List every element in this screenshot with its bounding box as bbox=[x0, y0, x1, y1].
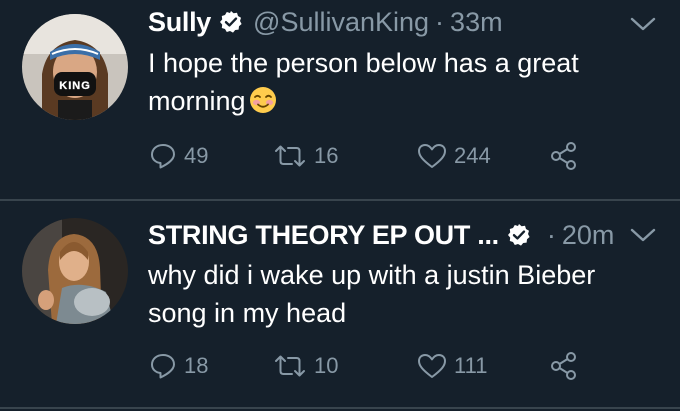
share-button[interactable] bbox=[548, 139, 580, 173]
display-name[interactable]: STRING THEORY EP OUT ... bbox=[148, 220, 499, 251]
retweet-button[interactable]: 16 bbox=[272, 139, 338, 173]
reply-icon bbox=[151, 144, 175, 169]
separator: · bbox=[435, 6, 445, 37]
verified-badge-icon bbox=[219, 10, 243, 34]
tweet-actions: 18 10 111 bbox=[148, 349, 648, 383]
retweet-button[interactable]: 10 bbox=[272, 349, 338, 383]
separator: · bbox=[546, 219, 556, 250]
reply-icon bbox=[151, 354, 175, 379]
avatar[interactable]: KING bbox=[22, 14, 128, 120]
display-name[interactable]: Sully bbox=[148, 7, 211, 38]
reply-button[interactable]: 18 bbox=[148, 349, 208, 383]
tweet-text-content: I hope the person below has a great morn… bbox=[148, 48, 579, 116]
reply-count: 18 bbox=[184, 353, 209, 378]
chevron-down-icon[interactable] bbox=[628, 14, 658, 34]
svg-text:KING: KING bbox=[59, 80, 91, 92]
smiling-face-emoji bbox=[248, 85, 278, 115]
retweet-icon bbox=[275, 355, 305, 377]
retweet-count: 10 bbox=[314, 353, 339, 378]
share-icon bbox=[551, 142, 576, 170]
like-count: 111 bbox=[454, 353, 488, 378]
share-button[interactable] bbox=[548, 349, 580, 383]
retweet-icon bbox=[275, 145, 305, 167]
like-count: 244 bbox=[454, 143, 491, 168]
chevron-down-icon[interactable] bbox=[628, 225, 658, 245]
tweet-text: I hope the person below has a great morn… bbox=[148, 44, 650, 120]
tweet-text: why did i wake up with a justin Bieber s… bbox=[148, 256, 650, 332]
tweet-actions: 49 16 244 bbox=[148, 139, 648, 173]
verified-badge-icon bbox=[507, 223, 531, 247]
like-icon bbox=[418, 144, 446, 168]
reply-count: 49 bbox=[184, 143, 209, 168]
retweet-count: 16 bbox=[314, 143, 339, 168]
timestamp[interactable]: 33m bbox=[450, 7, 503, 38]
tweet-divider bbox=[0, 407, 680, 409]
reply-button[interactable]: 49 bbox=[148, 139, 208, 173]
like-button[interactable]: 111 bbox=[416, 349, 487, 383]
avatar[interactable] bbox=[22, 218, 128, 324]
tweet-text-content: why did i wake up with a justin Bieber s… bbox=[148, 260, 596, 328]
handle[interactable]: @SullivanKing bbox=[253, 7, 429, 38]
tweet-header: Sully @SullivanKing · 33m bbox=[148, 2, 640, 42]
like-button[interactable]: 244 bbox=[416, 139, 491, 173]
timestamp[interactable]: 20m bbox=[562, 220, 615, 251]
tweet[interactable]: STRING THEORY EP OUT ... · 20m why did i… bbox=[0, 201, 680, 409]
tweet[interactable]: KING Sully @SullivanKing · 33m I hope th… bbox=[0, 0, 680, 200]
like-icon bbox=[418, 354, 446, 378]
tweet-header: STRING THEORY EP OUT ... · 20m bbox=[148, 215, 640, 255]
share-icon bbox=[551, 352, 576, 380]
